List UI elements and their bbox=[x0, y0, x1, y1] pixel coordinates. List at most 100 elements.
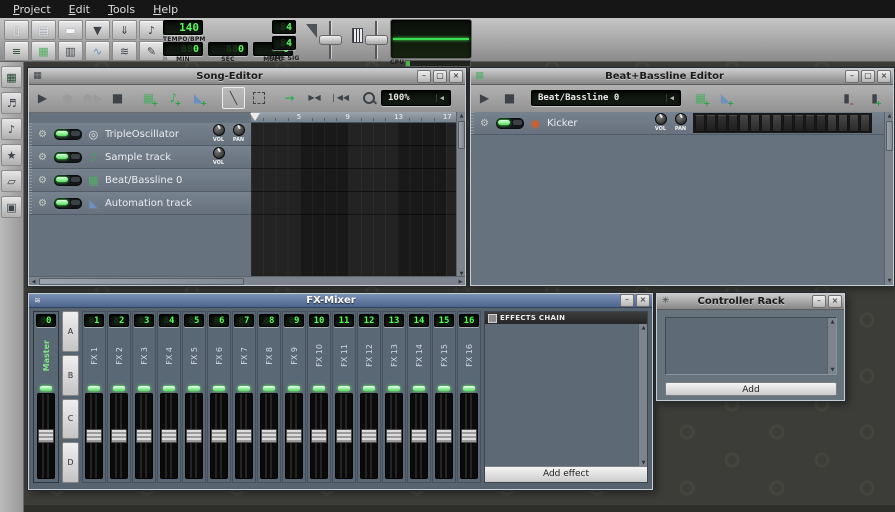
fader-handle[interactable] bbox=[136, 429, 152, 443]
add-sample-track-button[interactable]: ♪+ bbox=[162, 87, 185, 109]
beat-cell-11[interactable] bbox=[805, 115, 815, 132]
fader-handle[interactable] bbox=[436, 429, 452, 443]
scroll-up-arrow[interactable]: ▲ bbox=[639, 324, 648, 332]
add-steps-button[interactable]: ▮+ bbox=[863, 87, 886, 109]
minimize-button[interactable]: – bbox=[812, 295, 826, 308]
vscroll-handle[interactable] bbox=[886, 121, 893, 151]
gear-icon[interactable]: ⚙ bbox=[480, 118, 489, 129]
minimize-button[interactable]: – bbox=[620, 294, 634, 307]
track-sample-track[interactable]: ⚙♪Sample trackVOL bbox=[29, 146, 251, 169]
fx-channel-13[interactable]: 13FX 13 bbox=[382, 311, 406, 483]
follow-playback-button[interactable]: → bbox=[278, 87, 301, 109]
add-bb-track-button[interactable]: ▦+ bbox=[137, 87, 160, 109]
beat-cell-16[interactable] bbox=[860, 115, 870, 132]
fader-handle[interactable] bbox=[236, 429, 252, 443]
channel-fader[interactable] bbox=[260, 393, 278, 479]
bank-button-c[interactable]: C bbox=[62, 399, 79, 440]
open-recent-button[interactable]: ▼ bbox=[85, 20, 110, 40]
track-automation-track[interactable]: ⚙◣Automation track bbox=[29, 192, 251, 215]
maximize-button[interactable]: ▢ bbox=[433, 70, 447, 83]
fx-channel-5[interactable]: 85FX 5 bbox=[182, 311, 206, 483]
track-enable-led[interactable] bbox=[54, 198, 82, 209]
zoom-button[interactable] bbox=[357, 87, 380, 109]
fx-mixer-titlebar[interactable]: ≋ FX-Mixer – × bbox=[29, 294, 652, 308]
channel-number-display[interactable]: 13 bbox=[384, 314, 404, 327]
effects-chain-scrollbar[interactable]: ▲ ▼ bbox=[638, 324, 647, 467]
channel-number-display[interactable]: 80 bbox=[36, 314, 56, 327]
add-bb-track-button[interactable]: ▦+ bbox=[689, 87, 712, 109]
channel-number-display[interactable]: 81 bbox=[84, 314, 104, 327]
scroll-up-arrow[interactable]: ▲ bbox=[885, 112, 894, 120]
close-button[interactable]: × bbox=[636, 294, 650, 307]
close-button[interactable]: × bbox=[877, 70, 891, 83]
track-grip[interactable] bbox=[29, 123, 32, 145]
channel-number-display[interactable]: 86 bbox=[209, 314, 229, 327]
scroll-right-arrow[interactable]: ▶ bbox=[456, 278, 465, 286]
play-button[interactable]: ▶ bbox=[473, 87, 496, 109]
bank-button-b[interactable]: B bbox=[62, 355, 79, 396]
computer-button[interactable]: ▣ bbox=[1, 196, 22, 218]
tempo-display[interactable]: 140 bbox=[163, 20, 203, 35]
time-value-sec[interactable]: 880 bbox=[208, 42, 248, 56]
channel-number-display[interactable]: 88 bbox=[259, 314, 279, 327]
channel-number-display[interactable]: 83 bbox=[134, 314, 154, 327]
close-button[interactable]: × bbox=[828, 295, 842, 308]
fx-channel-12[interactable]: 12FX 12 bbox=[357, 311, 381, 483]
automation-editor-toggle-button[interactable]: ∿ bbox=[85, 41, 110, 61]
scroll-down-arrow[interactable]: ▼ bbox=[828, 366, 837, 374]
playhead-marker[interactable] bbox=[250, 113, 260, 121]
add-controller-button[interactable]: Add bbox=[665, 382, 837, 396]
channel-number-display[interactable]: 15 bbox=[434, 314, 454, 327]
track-beat-bassline-0[interactable]: ⚙▦Beat/Bassline 0 bbox=[29, 169, 251, 192]
controller-list-scrollbar[interactable]: ▲ ▼ bbox=[827, 318, 836, 374]
bank-button-a[interactable]: A bbox=[62, 311, 79, 352]
fx-channel-9[interactable]: 89FX 9 bbox=[282, 311, 306, 483]
stop-button[interactable]: ■ bbox=[106, 87, 129, 109]
channel-fader[interactable] bbox=[185, 393, 203, 479]
gear-icon[interactable]: ⚙ bbox=[38, 198, 47, 209]
presets-button[interactable]: ♪ bbox=[1, 118, 22, 140]
time-value-min[interactable]: 880 bbox=[163, 42, 203, 56]
fader-handle[interactable] bbox=[261, 429, 277, 443]
channel-fader[interactable] bbox=[385, 393, 403, 479]
fx-channel-10[interactable]: 10FX 10 bbox=[307, 311, 331, 483]
channel-number-display[interactable]: 89 bbox=[284, 314, 304, 327]
vol-knob[interactable]: VOL bbox=[653, 113, 668, 132]
bb-editor-toggle-button[interactable]: ▦ bbox=[31, 41, 56, 61]
new-project-button[interactable]: ▯ bbox=[4, 20, 29, 40]
channel-fader[interactable] bbox=[110, 393, 128, 479]
rewind-button[interactable]: ❘◀◀ bbox=[328, 87, 351, 109]
effects-chain-list[interactable]: ▲ ▼ bbox=[485, 324, 647, 467]
song-editor-vscrollbar[interactable]: ▲ ▼ bbox=[456, 112, 465, 278]
controller-rack-titlebar[interactable]: ✳ Controller Rack – × bbox=[657, 294, 844, 310]
channel-fader[interactable] bbox=[37, 393, 55, 479]
jump-end-button[interactable]: ▶◀ bbox=[303, 87, 326, 109]
beat-cell-1[interactable] bbox=[695, 115, 705, 132]
beat-cell-7[interactable] bbox=[761, 115, 771, 132]
channel-number-display[interactable]: 16 bbox=[459, 314, 479, 327]
channel-number-display[interactable]: 14 bbox=[409, 314, 429, 327]
song-editor-grid[interactable]: 591317 bbox=[251, 112, 458, 278]
effects-chain-enable-checkbox[interactable] bbox=[488, 314, 497, 323]
project-notes-button[interactable]: ♪ bbox=[139, 20, 164, 40]
beat-cell-13[interactable] bbox=[827, 115, 837, 132]
add-effect-button[interactable]: Add effect bbox=[485, 466, 647, 482]
beat-cell-6[interactable] bbox=[750, 115, 760, 132]
vol-knob[interactable]: VOL bbox=[211, 147, 226, 166]
beat-cell-5[interactable] bbox=[739, 115, 749, 132]
pan-knob[interactable]: PAN bbox=[231, 124, 246, 143]
fx-channel-6[interactable]: 86FX 6 bbox=[207, 311, 231, 483]
home-button[interactable]: ▱ bbox=[1, 170, 22, 192]
channel-fader[interactable] bbox=[435, 393, 453, 479]
track-enable-led[interactable] bbox=[496, 118, 524, 129]
save-project-button[interactable]: ▬ bbox=[58, 20, 83, 40]
master-channel[interactable]: 80Master bbox=[33, 311, 59, 483]
output-visualizer[interactable] bbox=[390, 19, 472, 59]
fader-handle[interactable] bbox=[311, 429, 327, 443]
fader-handle[interactable] bbox=[361, 429, 377, 443]
fx-channel-3[interactable]: 83FX 3 bbox=[132, 311, 156, 483]
play-button[interactable]: ▶ bbox=[31, 87, 54, 109]
samples-button[interactable]: ♬ bbox=[1, 92, 22, 114]
track-kicker[interactable]: ⚙◉KickerVOLPAN bbox=[471, 112, 885, 135]
channel-number-display[interactable]: 84 bbox=[159, 314, 179, 327]
